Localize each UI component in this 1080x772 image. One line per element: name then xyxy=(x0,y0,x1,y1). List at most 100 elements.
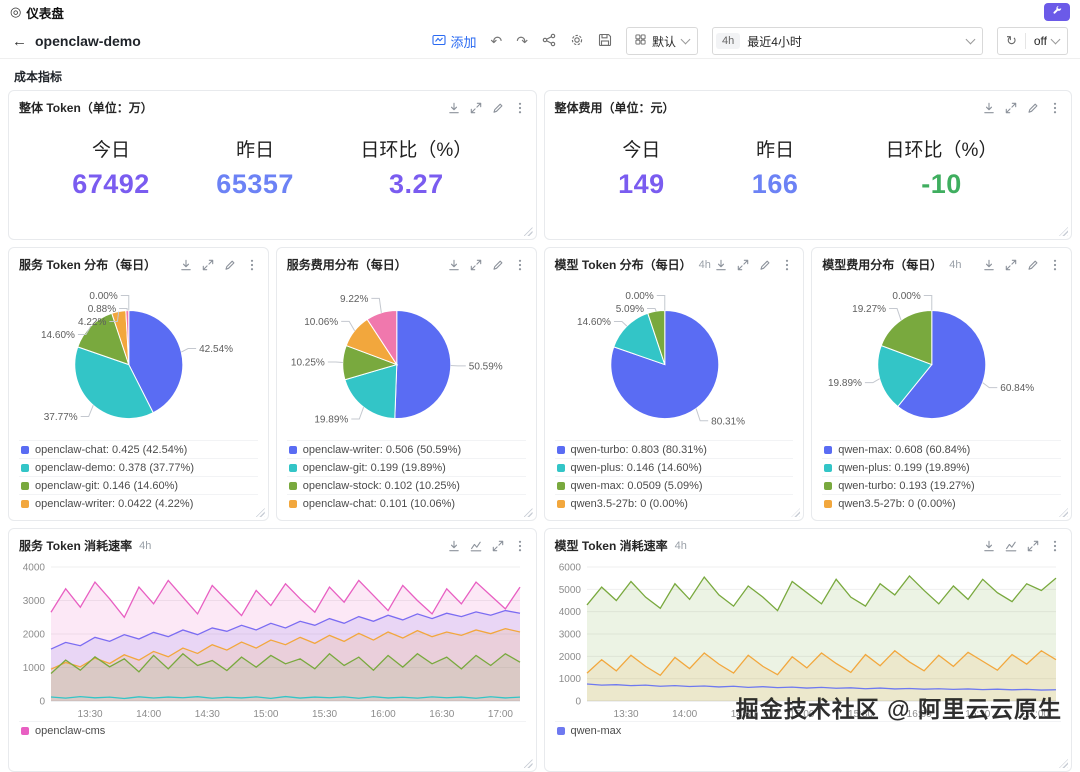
back-button[interactable]: ← xyxy=(12,33,27,50)
legend-item[interactable]: openclaw-stock: 0.102 (10.25%) xyxy=(287,476,526,494)
pie-chart[interactable]: 0.00%5.09%14.60%80.31% xyxy=(553,276,796,440)
time-range-picker[interactable]: 4h 最近4小时 xyxy=(712,27,983,55)
legend-item[interactable]: qwen-plus: 0.146 (14.60%) xyxy=(555,458,794,476)
pie-label-leader-line xyxy=(647,309,656,312)
chart-type-icon[interactable] xyxy=(1005,540,1017,552)
view-select[interactable]: 默认 xyxy=(626,27,698,55)
topbar: ◎ 仪表盘 xyxy=(0,0,1080,24)
resize-handle[interactable] xyxy=(524,759,533,768)
panel-title: 整体费用（单位：元） xyxy=(555,99,675,116)
more-icon[interactable] xyxy=(1049,102,1061,114)
legend-label: openclaw-chat: 0.101 (10.06%) xyxy=(303,498,455,510)
app-title: 仪表盘 xyxy=(26,3,64,22)
tools-button[interactable] xyxy=(1044,3,1070,21)
legend-label: qwen-max xyxy=(571,725,622,737)
resize-handle[interactable] xyxy=(524,227,533,236)
resize-handle[interactable] xyxy=(1059,227,1068,236)
refresh-control: ↻ off xyxy=(997,27,1068,55)
legend-item[interactable]: qwen-max: 0.608 (60.84%) xyxy=(822,440,1061,458)
add-panel-button[interactable]: 添加 xyxy=(432,32,476,51)
pie-chart-svg[interactable]: 0.00%5.09%14.60%80.31% xyxy=(553,276,796,440)
chart-legend: openclaw-cms xyxy=(19,721,526,739)
share-icon[interactable] xyxy=(542,33,556,49)
expand-icon[interactable] xyxy=(1027,540,1039,552)
export-icon[interactable] xyxy=(448,540,460,552)
line-chart-svg[interactable]: 0100020003000400013:3014:0014:3015:0015:… xyxy=(15,561,530,721)
legend-item[interactable]: qwen3.5-27b: 0 (0.00%) xyxy=(822,494,1061,512)
time-range-chip: 4h xyxy=(716,33,740,49)
legend-item[interactable]: openclaw-chat: 0.425 (42.54%) xyxy=(19,440,258,458)
pie-slice-label: 50.59% xyxy=(469,361,503,372)
pie-chart-svg[interactable]: 0.00%0.88%4.22%14.60%37.77%42.54% xyxy=(17,276,260,440)
pie-slice-label: 60.84% xyxy=(1001,383,1035,394)
pie-chart[interactable]: 0.00%19.27%19.89%60.84% xyxy=(820,276,1063,440)
edit-icon[interactable] xyxy=(492,102,504,114)
edit-icon[interactable] xyxy=(1027,259,1039,271)
legend-item[interactable]: openclaw-writer: 0.0422 (4.22%) xyxy=(19,494,258,512)
more-icon[interactable] xyxy=(781,259,793,271)
more-icon[interactable] xyxy=(246,259,258,271)
add-panel-icon xyxy=(432,33,446,50)
edit-icon[interactable] xyxy=(1027,102,1039,114)
undo-icon[interactable]: ↶ xyxy=(490,34,502,48)
refresh-interval-select[interactable]: off xyxy=(1026,34,1067,48)
legend-swatch xyxy=(557,500,565,508)
edit-icon[interactable] xyxy=(759,259,771,271)
legend-item[interactable]: qwen-max: 0.0509 (5.09%) xyxy=(555,476,794,494)
expand-icon[interactable] xyxy=(1005,102,1017,114)
line-chart[interactable]: 0100020003000400013:3014:0014:3015:0015:… xyxy=(15,561,530,721)
more-icon[interactable] xyxy=(514,540,526,552)
pie-chart-svg[interactable]: 0.00%19.27%19.89%60.84% xyxy=(820,276,1063,440)
resize-handle[interactable] xyxy=(1059,759,1068,768)
expand-icon[interactable] xyxy=(492,540,504,552)
more-icon[interactable] xyxy=(1049,540,1061,552)
export-icon[interactable] xyxy=(180,259,192,271)
expand-icon[interactable] xyxy=(202,259,214,271)
legend-item[interactable]: qwen-turbo: 0.193 (19.27%) xyxy=(822,476,1061,494)
expand-icon[interactable] xyxy=(1005,259,1017,271)
panel-service-token-dist: 服务 Token 分布（每日） 0.00%0.88%4.22%14.60%37.… xyxy=(8,247,269,521)
legend-item[interactable]: openclaw-cms xyxy=(19,721,526,739)
pie-slice-label: 10.25% xyxy=(291,357,325,368)
export-icon[interactable] xyxy=(983,259,995,271)
pie-slice-label: 19.89% xyxy=(314,415,348,426)
export-icon[interactable] xyxy=(448,102,460,114)
pie-slice[interactable] xyxy=(395,311,451,419)
gear-icon[interactable] xyxy=(570,33,584,49)
pie-chart[interactable]: 0.00%0.88%4.22%14.60%37.77%42.54% xyxy=(17,276,260,440)
legend-item[interactable]: openclaw-git: 0.146 (14.60%) xyxy=(19,476,258,494)
panel-header: 服务 Token 分布（每日） xyxy=(9,248,268,276)
expand-icon[interactable] xyxy=(470,102,482,114)
legend-item[interactable]: qwen-plus: 0.199 (19.89%) xyxy=(822,458,1061,476)
more-icon[interactable] xyxy=(1049,259,1061,271)
redo-icon[interactable]: ↷ xyxy=(516,34,528,48)
edit-icon[interactable] xyxy=(492,259,504,271)
legend-item[interactable]: qwen-turbo: 0.803 (80.31%) xyxy=(555,440,794,458)
expand-icon[interactable] xyxy=(470,259,482,271)
export-icon[interactable] xyxy=(715,259,727,271)
pie-chart[interactable]: 9.22%10.06%10.25%19.89%50.59% xyxy=(285,276,528,440)
more-icon[interactable] xyxy=(514,259,526,271)
dashboard-name: openclaw-demo xyxy=(35,33,141,49)
edit-icon[interactable] xyxy=(224,259,236,271)
legend-item[interactable]: openclaw-writer: 0.506 (50.59%) xyxy=(287,440,526,458)
chart-type-icon[interactable] xyxy=(470,540,482,552)
pie-slice-label: 37.77% xyxy=(44,412,78,423)
export-icon[interactable] xyxy=(448,259,460,271)
export-icon[interactable] xyxy=(983,540,995,552)
panel-overall-cost: 整体费用（单位：元） 今日 149 昨日 166 日环比（%） -10 xyxy=(544,90,1073,240)
export-icon[interactable] xyxy=(983,102,995,114)
watermark: 掘金技术社区 @ 阿里云云原生 xyxy=(736,690,1062,724)
legend-item[interactable]: qwen3.5-27b: 0 (0.00%) xyxy=(555,494,794,512)
legend-item[interactable]: openclaw-chat: 0.101 (10.06%) xyxy=(287,494,526,512)
panel-service-cost-dist: 服务费用分布（每日） 9.22%10.06%10.25%19.89%50.59%… xyxy=(276,247,537,521)
save-icon[interactable] xyxy=(598,33,612,49)
pie-slice-label: 80.31% xyxy=(711,416,745,427)
legend-item[interactable]: openclaw-git: 0.199 (19.89%) xyxy=(287,458,526,476)
expand-icon[interactable] xyxy=(737,259,749,271)
legend-item[interactable]: openclaw-demo: 0.378 (37.77%) xyxy=(19,458,258,476)
refresh-interval-value: off xyxy=(1034,34,1047,48)
pie-chart-svg[interactable]: 9.22%10.06%10.25%19.89%50.59% xyxy=(285,276,528,440)
more-icon[interactable] xyxy=(514,102,526,114)
refresh-icon[interactable]: ↻ xyxy=(998,33,1026,49)
